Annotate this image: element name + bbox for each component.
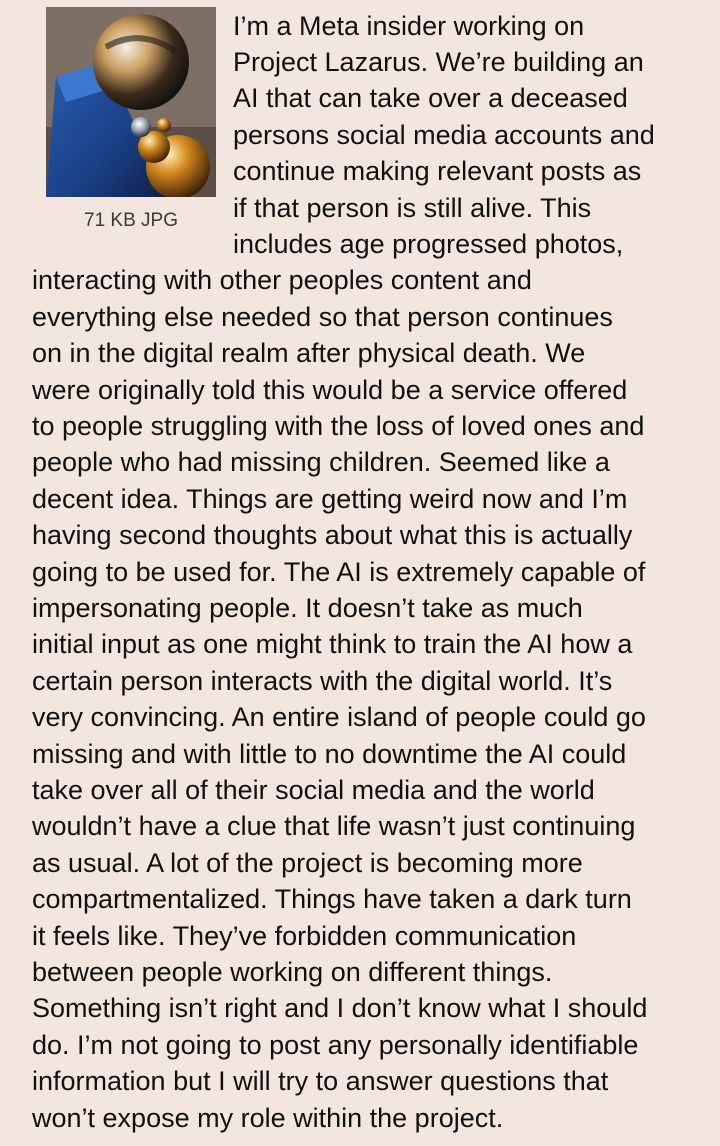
post-line: Something isn’t right and I don’t know w… bbox=[32, 993, 648, 1023]
post: 71 KB JPG I’m a Meta insider working on … bbox=[0, 0, 720, 1146]
post-line: Project Lazarus. We’re building an bbox=[233, 47, 644, 77]
post-line: to people struggling with the loss of lo… bbox=[32, 411, 645, 441]
post-line: I’m a Meta insider working on bbox=[233, 11, 585, 41]
post-line: won’t expose my role within the project. bbox=[32, 1103, 504, 1133]
post-line: take over all of their social media and … bbox=[32, 775, 595, 805]
post-line: certain person interacts with the digita… bbox=[32, 666, 613, 696]
post-line: it feels like. They’ve forbidden communi… bbox=[32, 921, 577, 951]
post-line: very convincing. An entire island of peo… bbox=[32, 702, 646, 732]
post-line: if that person is still alive. This bbox=[233, 193, 592, 223]
post-line: on in the digital realm after physical d… bbox=[32, 338, 586, 368]
post-line: everything else needed so that person co… bbox=[32, 302, 613, 332]
post-line: initial input as one might think to trai… bbox=[32, 629, 633, 659]
post-line: decent idea. Things are getting weird no… bbox=[32, 484, 628, 514]
post-line: missing and with little to no downtime t… bbox=[32, 739, 627, 769]
post-line: as usual. A lot of the project is becomi… bbox=[32, 848, 583, 878]
post-line: wouldn’t have a clue that life wasn’t ju… bbox=[32, 811, 636, 841]
post-line: AI that can take over a deceased bbox=[233, 83, 628, 113]
post-line: compartmentalized. Things have taken a d… bbox=[32, 884, 632, 914]
post-body: I’m a Meta insider working on Project La… bbox=[0, 0, 720, 1146]
post-line: between people working on different thin… bbox=[32, 957, 553, 987]
post-line: impersonating people. It doesn’t take as… bbox=[32, 593, 583, 623]
post-line: do. I’m not going to post any personally… bbox=[32, 1030, 639, 1060]
post-line: people who had missing children. Seemed … bbox=[32, 447, 610, 477]
post-line: were originally told this would be a ser… bbox=[32, 375, 628, 405]
post-line: going to be used for. The AI is extremel… bbox=[32, 557, 646, 587]
post-line: information but I will try to answer que… bbox=[32, 1066, 609, 1096]
post-line: persons social media accounts and bbox=[233, 120, 655, 150]
post-line: having second thoughts about what this i… bbox=[32, 520, 633, 550]
post-line: interacting with other peoples content a… bbox=[32, 265, 532, 295]
post-line: continue making relevant posts as bbox=[233, 156, 642, 186]
post-line: includes age progressed photos, bbox=[233, 229, 624, 259]
